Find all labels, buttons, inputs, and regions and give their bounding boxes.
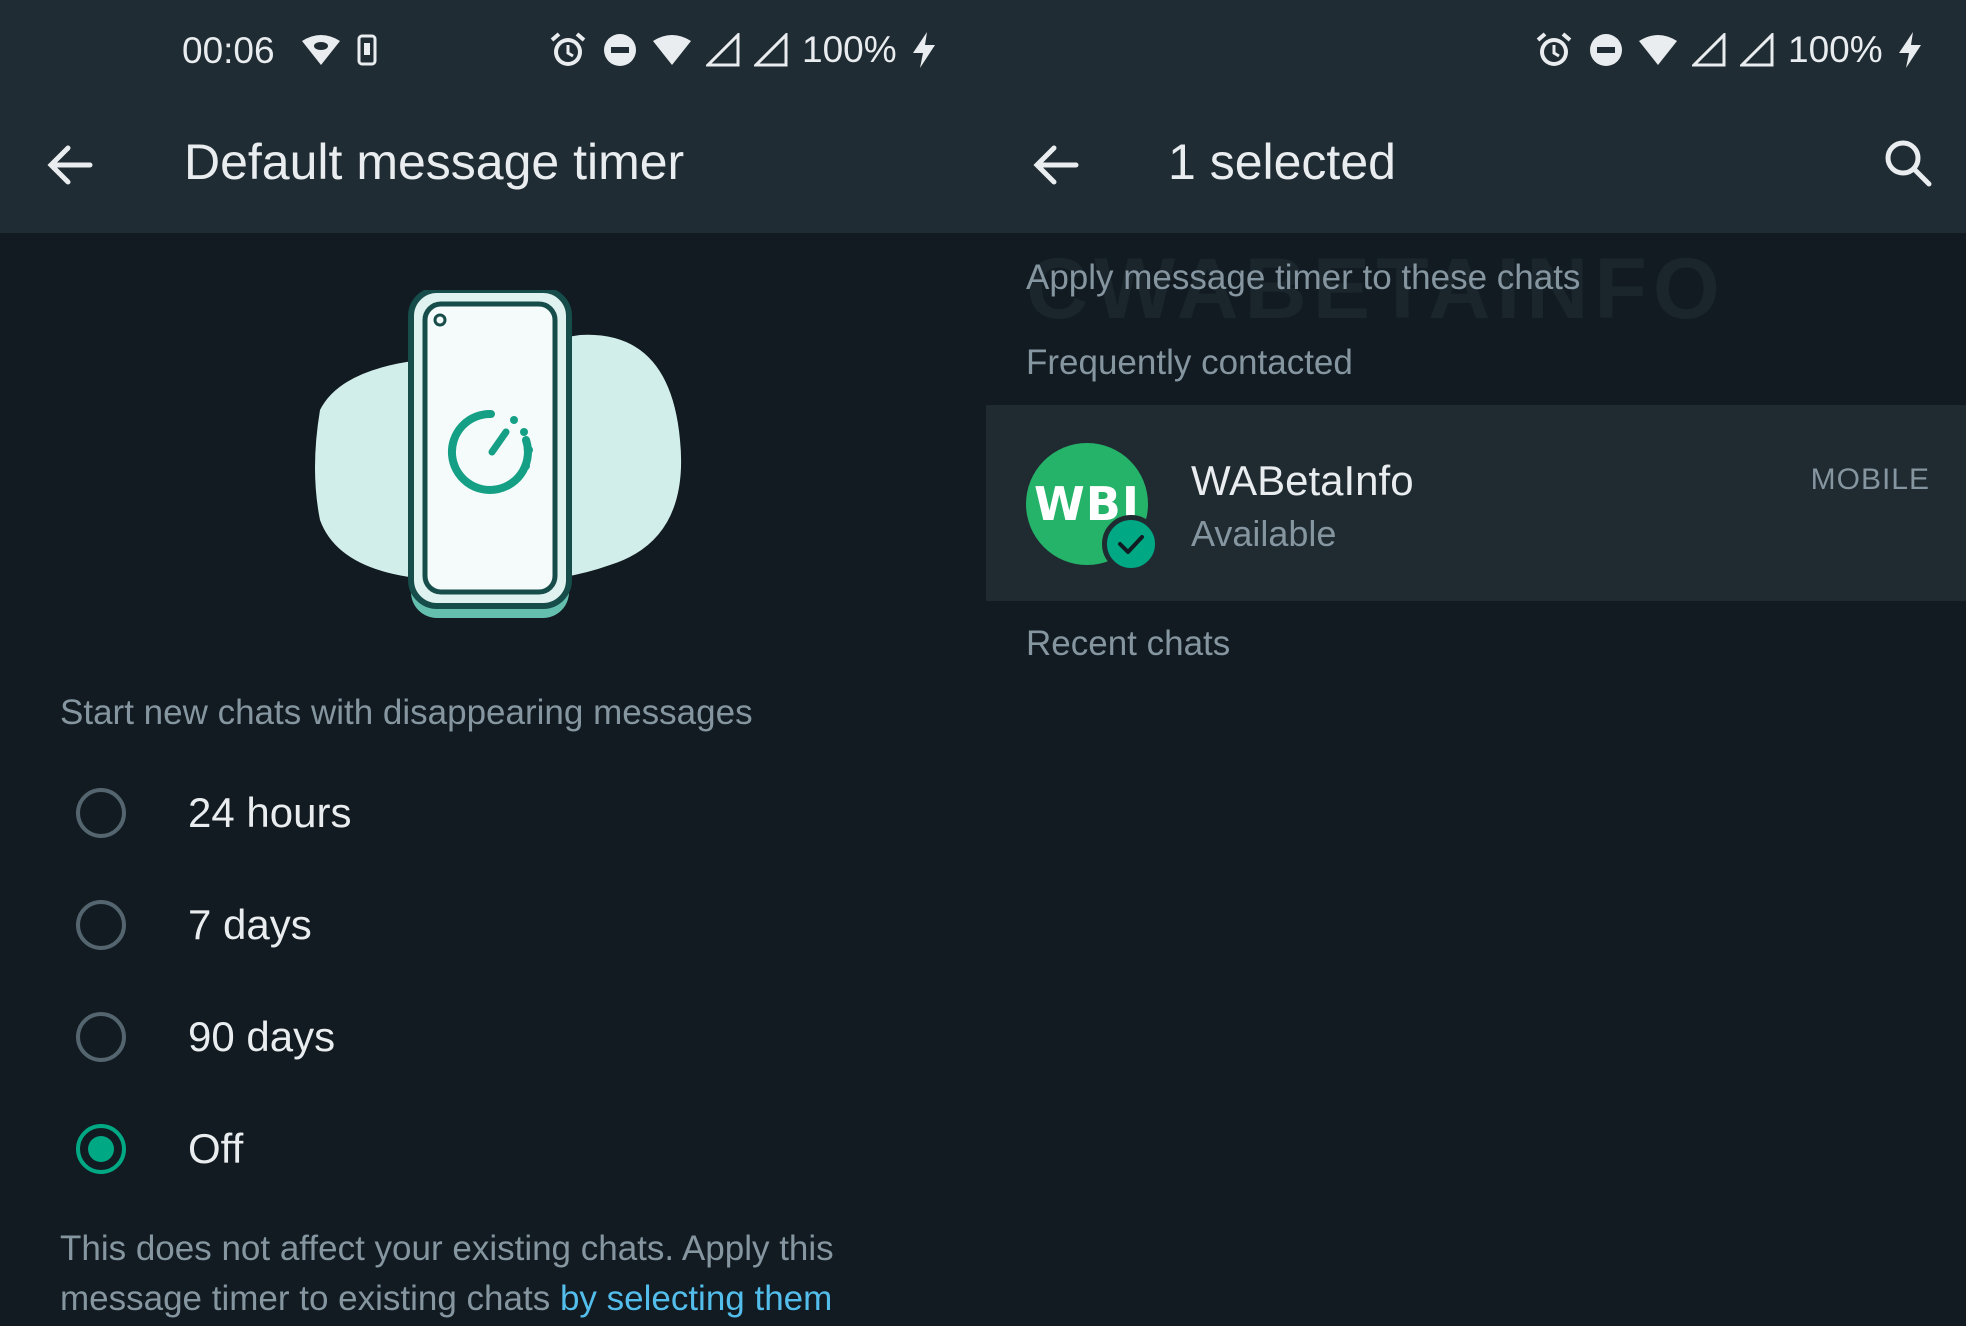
apply-timer-label: Apply message timer to these chats xyxy=(1026,258,1581,297)
dnd-icon xyxy=(604,34,636,66)
selected-badge xyxy=(1102,515,1160,573)
alarm-icon xyxy=(550,32,586,66)
wifi-icon xyxy=(1639,35,1677,65)
search-button[interactable] xyxy=(1878,133,1938,193)
search-icon xyxy=(1885,140,1932,187)
option-label: Off xyxy=(188,1125,244,1172)
check-icon xyxy=(1118,535,1144,554)
footer-note: This does not affect your existing chats… xyxy=(60,1224,940,1324)
back-arrow-icon xyxy=(1033,145,1079,185)
selection-count-title: 1 selected xyxy=(1168,134,1396,190)
battery-percent: 100% xyxy=(1788,29,1883,70)
status-time: 00:06 xyxy=(182,30,275,71)
alarm-icon xyxy=(1536,32,1572,66)
status-left-icons xyxy=(300,28,378,72)
recent-chats-label: Recent chats xyxy=(1026,624,1231,663)
page-title: Default message timer xyxy=(184,134,685,190)
status-right-icons: 100% xyxy=(548,28,937,72)
contact-tag: MOBILE xyxy=(1810,463,1930,496)
contact-name: WABetaInfo xyxy=(1191,457,1414,504)
option-7-days[interactable]: 7 days xyxy=(0,875,986,975)
option-90-days[interactable]: 90 days xyxy=(0,987,986,1087)
radio-button-checked[interactable] xyxy=(76,1124,126,1174)
signal-icon xyxy=(1740,33,1774,67)
app-bar: 100% 1 selected xyxy=(986,0,1966,233)
option-24-hours[interactable]: 24 hours xyxy=(0,763,986,863)
timer-illustration xyxy=(280,287,700,630)
radio-button[interactable] xyxy=(76,1012,126,1062)
signal-icon xyxy=(706,33,740,67)
option-label: 90 days xyxy=(188,1013,336,1060)
app-bar: 00:06 100% Default message timer xyxy=(0,0,986,233)
back-button[interactable] xyxy=(1026,135,1086,195)
select-chats-screen: 100% 1 selected CWABETAINFO Apply messag… xyxy=(986,0,1966,1326)
wifi-icon xyxy=(653,35,691,65)
back-arrow-icon xyxy=(47,145,93,185)
charging-icon xyxy=(912,32,935,68)
charging-icon xyxy=(1898,32,1921,68)
option-label: 7 days xyxy=(188,901,312,948)
status-bar: 00:06 100% xyxy=(0,0,986,100)
back-button[interactable] xyxy=(40,135,100,195)
option-off[interactable]: Off xyxy=(0,1099,986,1199)
wifi-eye-icon xyxy=(302,35,340,65)
radio-button[interactable] xyxy=(76,788,126,838)
contact-row[interactable]: WBI WABetaInfo Available MOBILE xyxy=(986,405,1966,601)
section-label: Start new chats with disappearing messag… xyxy=(60,693,753,732)
frequently-contacted-label: Frequently contacted xyxy=(1026,343,1353,382)
status-bar: 100% xyxy=(986,0,1966,100)
device-icon xyxy=(357,34,377,66)
select-chats-link[interactable]: by selecting them xyxy=(560,1279,832,1318)
radio-button[interactable] xyxy=(76,900,126,950)
contact-status: Available xyxy=(1191,513,1337,554)
signal-icon xyxy=(754,33,788,67)
status-right-icons: 100% xyxy=(1534,28,1923,72)
default-message-timer-screen: 00:06 100% Default message timer Start n… xyxy=(0,0,986,1326)
battery-percent: 100% xyxy=(802,29,897,70)
option-label: 24 hours xyxy=(188,789,352,836)
dnd-icon xyxy=(1590,34,1622,66)
signal-icon xyxy=(1692,33,1726,67)
